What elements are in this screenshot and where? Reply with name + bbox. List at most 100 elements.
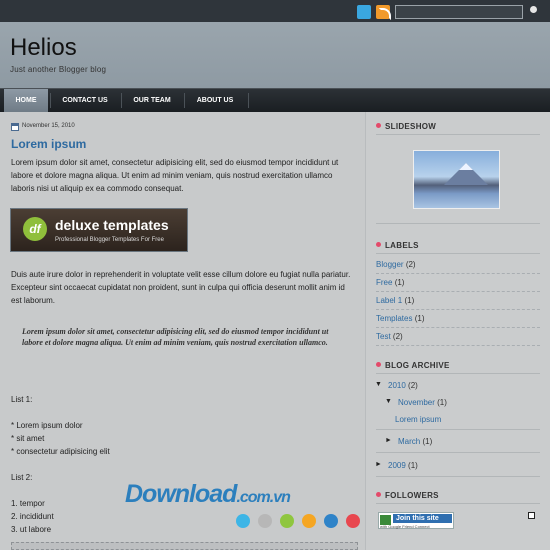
- nav-divider: [50, 93, 51, 108]
- post-paragraph: Lorem ipsum dolor sit amet, consectetur …: [11, 158, 339, 193]
- list-item: 3. ut labore: [11, 525, 52, 534]
- nav-divider: [248, 93, 249, 108]
- label-item[interactable]: Label 1 (1): [376, 292, 540, 310]
- label-count: (2): [405, 260, 416, 269]
- list-item: 2. incididunt: [11, 512, 54, 521]
- widget-title-followers: FOLLOWERS: [376, 491, 439, 500]
- nav-divider: [184, 93, 185, 108]
- popout-icon[interactable]: [528, 512, 535, 519]
- list-item: * Lorem ipsum dolor: [11, 421, 83, 430]
- label-count: (2): [392, 332, 403, 341]
- download-watermark: Download.com.vn: [125, 480, 291, 509]
- label-link[interactable]: Test: [376, 332, 391, 341]
- tab-home[interactable]: HOME: [4, 89, 48, 112]
- calendar-icon: [11, 123, 19, 131]
- label-count: (1): [414, 314, 425, 323]
- list-title: List 1:: [11, 395, 33, 404]
- divider: [376, 476, 540, 477]
- banner-logo: df: [23, 217, 47, 241]
- watermark-dot: [346, 514, 360, 528]
- label-count: (1): [404, 296, 415, 305]
- nav-divider: [121, 93, 122, 108]
- banner-title: deluxe templates: [55, 217, 169, 233]
- archive-month-link[interactable]: March: [398, 437, 420, 446]
- watermark-dot: [236, 514, 250, 528]
- join-label: Join this site: [393, 514, 452, 523]
- list-item: 1. tempor: [11, 499, 45, 508]
- list-item: * sit amet: [11, 434, 45, 443]
- label-item[interactable]: Free (1): [376, 274, 540, 292]
- archive-month-november[interactable]: November (1): [398, 398, 447, 407]
- archive-count: (1): [422, 437, 433, 446]
- widget-title-blog-archive: BLOG ARCHIVE: [376, 361, 450, 370]
- search-icon[interactable]: [530, 6, 537, 13]
- expand-arrow-icon[interactable]: ►: [375, 461, 382, 468]
- widget-title-text: SLIDESHOW: [385, 122, 437, 131]
- site-title[interactable]: Helios: [10, 34, 77, 62]
- label-link[interactable]: Blogger: [376, 260, 404, 269]
- divider: [376, 373, 540, 374]
- bullet-icon: [376, 123, 381, 128]
- bullet-icon: [376, 242, 381, 247]
- expand-arrow-icon[interactable]: ►: [385, 437, 392, 444]
- join-sublabel: with Google Friend Connect: [380, 524, 430, 529]
- archive-year-link[interactable]: 2009: [388, 461, 406, 470]
- post-paragraph: Duis aute irure dolor in reprehenderit i…: [11, 270, 351, 305]
- watermark-dot: [258, 514, 272, 528]
- top-bar: [0, 0, 550, 22]
- archive-count: (1): [437, 398, 447, 407]
- label-link[interactable]: Free: [376, 278, 392, 287]
- archive-year-2010[interactable]: 2010 (2): [388, 381, 418, 390]
- archive-month-march[interactable]: March (1): [398, 437, 432, 446]
- archive-month-link[interactable]: November: [398, 398, 435, 407]
- widget-title-labels: LABELS: [376, 241, 419, 250]
- banner-subtitle: Professional Blogger Templates For Free: [55, 237, 164, 243]
- divider: [376, 452, 540, 453]
- tab-contact-us[interactable]: CONTACT US: [55, 89, 115, 112]
- search-input[interactable]: [395, 5, 523, 19]
- watermark-suffix: .com.vn: [236, 489, 290, 506]
- watermark-dot: [302, 514, 316, 528]
- rss-icon[interactable]: [376, 5, 391, 20]
- slideshow-image[interactable]: [413, 150, 500, 209]
- collapse-arrow-icon[interactable]: ▼: [375, 381, 382, 388]
- archive-count: (2): [408, 381, 418, 390]
- deluxe-templates-banner[interactable]: df deluxe templates Professional Blogger…: [10, 208, 188, 252]
- label-item[interactable]: Blogger (2): [376, 256, 540, 274]
- widget-title-text: LABELS: [385, 241, 419, 250]
- join-this-site-button[interactable]: Join this site with Google Friend Connec…: [378, 512, 454, 529]
- watermark-dot: [280, 514, 294, 528]
- mountain-snow-shape: [459, 163, 473, 170]
- divider: [376, 253, 540, 254]
- post-title[interactable]: Lorem ipsum: [11, 137, 86, 151]
- twitter-icon[interactable]: [357, 5, 371, 19]
- tab-our-team[interactable]: OUR TEAM: [126, 89, 178, 112]
- watermark-text: Download: [125, 480, 237, 508]
- divider: [376, 503, 540, 504]
- label-item[interactable]: Templates (1): [376, 310, 540, 328]
- divider: [376, 223, 540, 224]
- divider: [376, 134, 540, 135]
- tab-about-us[interactable]: ABOUT US: [189, 89, 241, 112]
- divider: [376, 429, 540, 430]
- bullet-icon: [376, 362, 381, 367]
- collapse-arrow-icon[interactable]: ▼: [385, 398, 392, 405]
- widget-title-text: BLOG ARCHIVE: [385, 361, 450, 370]
- label-link[interactable]: Templates: [376, 314, 412, 323]
- site-header: Helios Just another Blogger blog: [0, 22, 550, 88]
- post-date: November 15, 2010: [22, 123, 75, 129]
- label-item[interactable]: Test (2): [376, 328, 540, 346]
- bullet-icon: [376, 492, 381, 497]
- widget-title-slideshow: SLIDESHOW: [376, 122, 436, 131]
- code-box: [11, 542, 358, 550]
- archive-year-2009[interactable]: 2009 (1): [388, 461, 418, 470]
- archive-post-link[interactable]: Lorem ipsum: [395, 415, 441, 424]
- site-tagline: Just another Blogger blog: [10, 65, 107, 74]
- widget-title-text: FOLLOWERS: [385, 491, 439, 500]
- main-nav: HOME CONTACT US OUR TEAM ABOUT US: [0, 88, 550, 112]
- label-link[interactable]: Label 1: [376, 296, 402, 305]
- archive-year-link[interactable]: 2010: [388, 381, 406, 390]
- post-blockquote: Lorem ipsum dolor sit amet, consectetur …: [22, 327, 329, 347]
- watermark-dot: [324, 514, 338, 528]
- archive-count: (1): [408, 461, 418, 470]
